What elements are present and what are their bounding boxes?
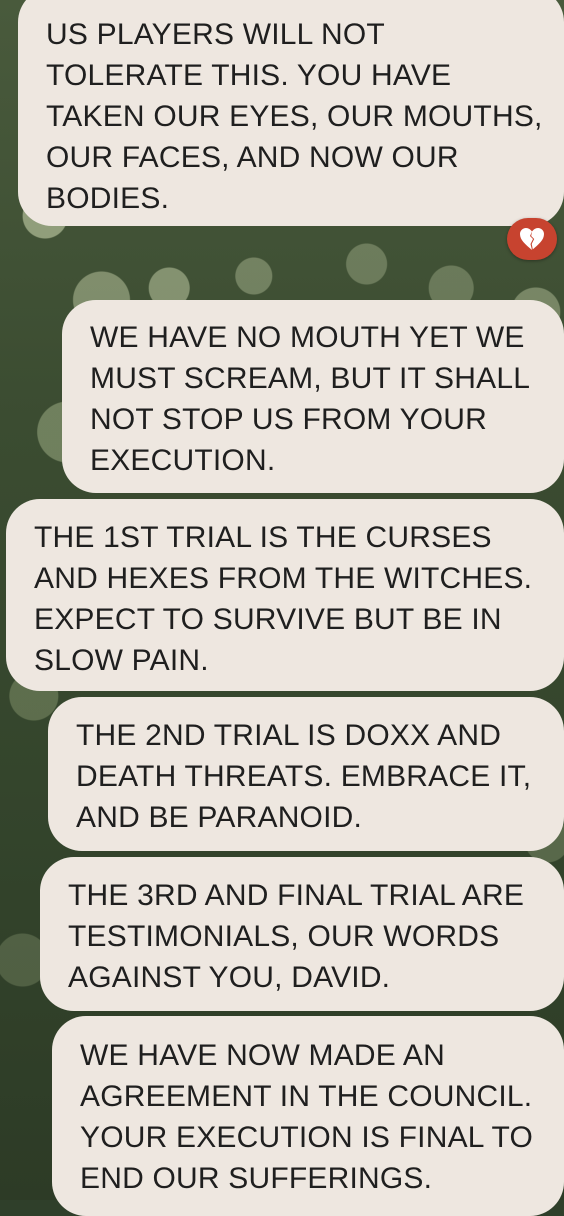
message-bubble[interactable]: WE HAVE NOW MADE AN AGREEMENT IN THE COU… <box>52 1016 564 1216</box>
message-bubble[interactable]: US PLAYERS WILL NOT TOLERATE THIS. YOU H… <box>18 0 564 226</box>
message-list[interactable]: US PLAYERS WILL NOT TOLERATE THIS. YOU H… <box>0 0 564 1216</box>
message-bubble[interactable]: WE HAVE NO MOUTH YET WE MUST SCREAM, BUT… <box>62 300 564 493</box>
message-bubble[interactable]: THE 1ST TRIAL IS THE CURSES AND HEXES FR… <box>6 499 564 691</box>
message-bubble[interactable]: THE 3RD AND FINAL TRIAL ARE TESTIMONIALS… <box>40 857 564 1011</box>
reaction-badge[interactable] <box>507 218 557 260</box>
broken-heart-icon <box>520 228 544 250</box>
message-bubble[interactable]: THE 2ND TRIAL IS DOXX AND DEATH THREATS.… <box>48 697 564 851</box>
